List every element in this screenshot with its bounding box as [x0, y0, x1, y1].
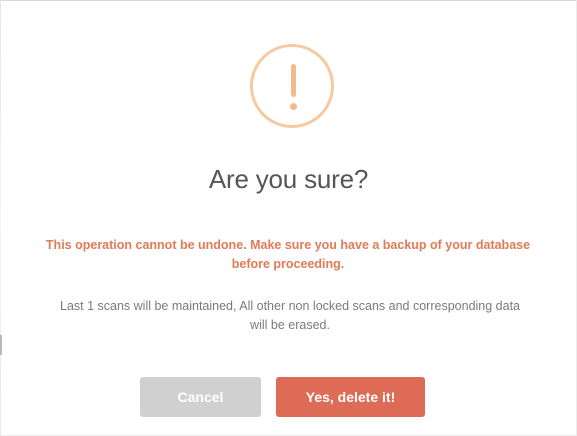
page: Are you sure? This operation cannot be u…	[0, 0, 577, 436]
cancel-button[interactable]: Cancel	[140, 377, 261, 417]
warning-message: This operation cannot be undone. Make su…	[45, 238, 531, 271]
confirm-delete-button[interactable]: Yes, delete it!	[276, 377, 425, 417]
exclamation-bar	[291, 64, 296, 97]
confirm-delete-dialog: Are you sure? This operation cannot be u…	[0, 0, 577, 436]
info-message: Last 1 scans will be maintained, All oth…	[60, 299, 521, 332]
exclamation-warning-icon	[250, 44, 334, 128]
dialog-title: Are you sure?	[208, 164, 369, 194]
exclamation-dot	[290, 103, 297, 110]
